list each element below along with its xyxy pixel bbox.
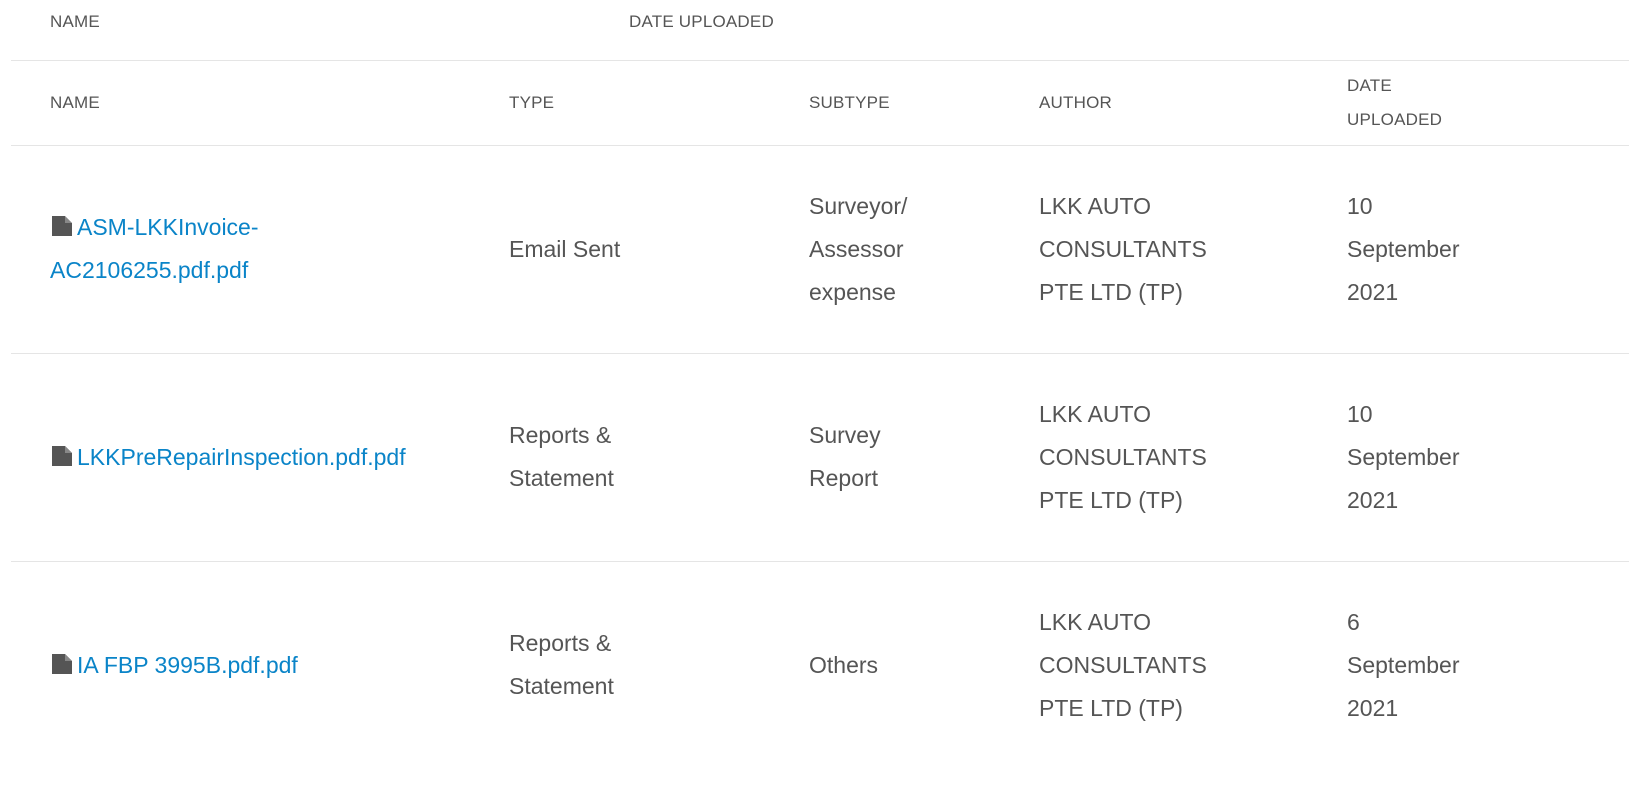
column-header-author[interactable]: AUTHOR <box>1039 61 1347 145</box>
cell-date: 10 September 2021 <box>1347 145 1629 353</box>
column-header-name[interactable]: NAME <box>11 61 509 145</box>
file-icon <box>52 445 72 466</box>
column-header-type[interactable]: TYPE <box>509 61 809 145</box>
column-header-subtype[interactable]: SUBTYPE <box>809 61 1039 145</box>
cell-subtype: Others <box>809 561 1039 769</box>
cell-type: Email Sent <box>509 145 809 353</box>
author-text: LKK AUTO CONSULTANTS PTE LTD (TP) <box>1039 192 1207 305</box>
cell-type: Reports & Statement <box>509 561 809 769</box>
date-text: 10 September 2021 <box>1347 192 1460 305</box>
table-row: LKKPreRepairInspection.pdf.pdf Reports &… <box>11 353 1629 561</box>
cell-type: Reports & Statement <box>509 353 809 561</box>
column-header-date-uploaded[interactable]: DATE UPLOADED <box>1347 61 1629 145</box>
cell-name: ASM-LKKInvoice-AC2106255.pdf.pdf <box>11 145 509 353</box>
cell-author: LKK AUTO CONSULTANTS PTE LTD (TP) <box>1039 561 1347 769</box>
cell-subtype: Survey Report <box>809 353 1039 561</box>
cell-name: LKKPreRepairInspection.pdf.pdf <box>11 353 509 561</box>
type-text: Reports & Statement <box>509 630 614 700</box>
file-entry: ASM-LKKInvoice-AC2106255.pdf.pdf <box>50 206 300 292</box>
column-header-date-label: DATE UPLOADED <box>1347 75 1443 129</box>
subtype-text: Others <box>809 651 879 678</box>
file-entry: LKKPreRepairInspection.pdf.pdf <box>50 436 509 479</box>
author-text: LKK AUTO CONSULTANTS PTE LTD (TP) <box>1039 400 1207 513</box>
collapsed-table-header: NAME DATE UPLOADED <box>11 0 1629 61</box>
documents-table: NAME TYPE SUBTYPE AUTHOR DATE UPLOADED A… <box>11 61 1629 769</box>
file-link[interactable]: IA FBP 3995B.pdf.pdf <box>77 652 298 678</box>
cell-author: LKK AUTO CONSULTANTS PTE LTD (TP) <box>1039 353 1347 561</box>
type-text: Reports & Statement <box>509 422 614 491</box>
date-text: 6 September 2021 <box>1347 608 1460 721</box>
file-entry: IA FBP 3995B.pdf.pdf <box>50 644 509 687</box>
cell-subtype: Surveyor/ Assessor expense <box>809 145 1039 353</box>
cell-date: 10 September 2021 <box>1347 353 1629 561</box>
table-row: IA FBP 3995B.pdf.pdf Reports & Statement… <box>11 561 1629 769</box>
subtype-text: Surveyor/ Assessor expense <box>809 192 908 305</box>
table-row: ASM-LKKInvoice-AC2106255.pdf.pdf Email S… <box>11 145 1629 353</box>
cell-name: IA FBP 3995B.pdf.pdf <box>11 561 509 769</box>
table-header-row: NAME TYPE SUBTYPE AUTHOR DATE UPLOADED <box>11 61 1629 145</box>
author-text: LKK AUTO CONSULTANTS PTE LTD (TP) <box>1039 608 1207 721</box>
file-icon <box>52 653 72 674</box>
file-link[interactable]: ASM-LKKInvoice-AC2106255.pdf.pdf <box>50 214 259 283</box>
subtype-text: Survey Report <box>809 422 881 491</box>
cell-author: LKK AUTO CONSULTANTS PTE LTD (TP) <box>1039 145 1347 353</box>
type-text: Email Sent <box>509 235 621 262</box>
header-name[interactable]: NAME <box>50 12 100 32</box>
file-link[interactable]: LKKPreRepairInspection.pdf.pdf <box>77 444 406 470</box>
date-text: 10 September 2021 <box>1347 400 1460 513</box>
file-icon <box>52 216 72 236</box>
cell-date: 6 September 2021 <box>1347 561 1629 769</box>
header-date-uploaded[interactable]: DATE UPLOADED <box>629 12 774 32</box>
